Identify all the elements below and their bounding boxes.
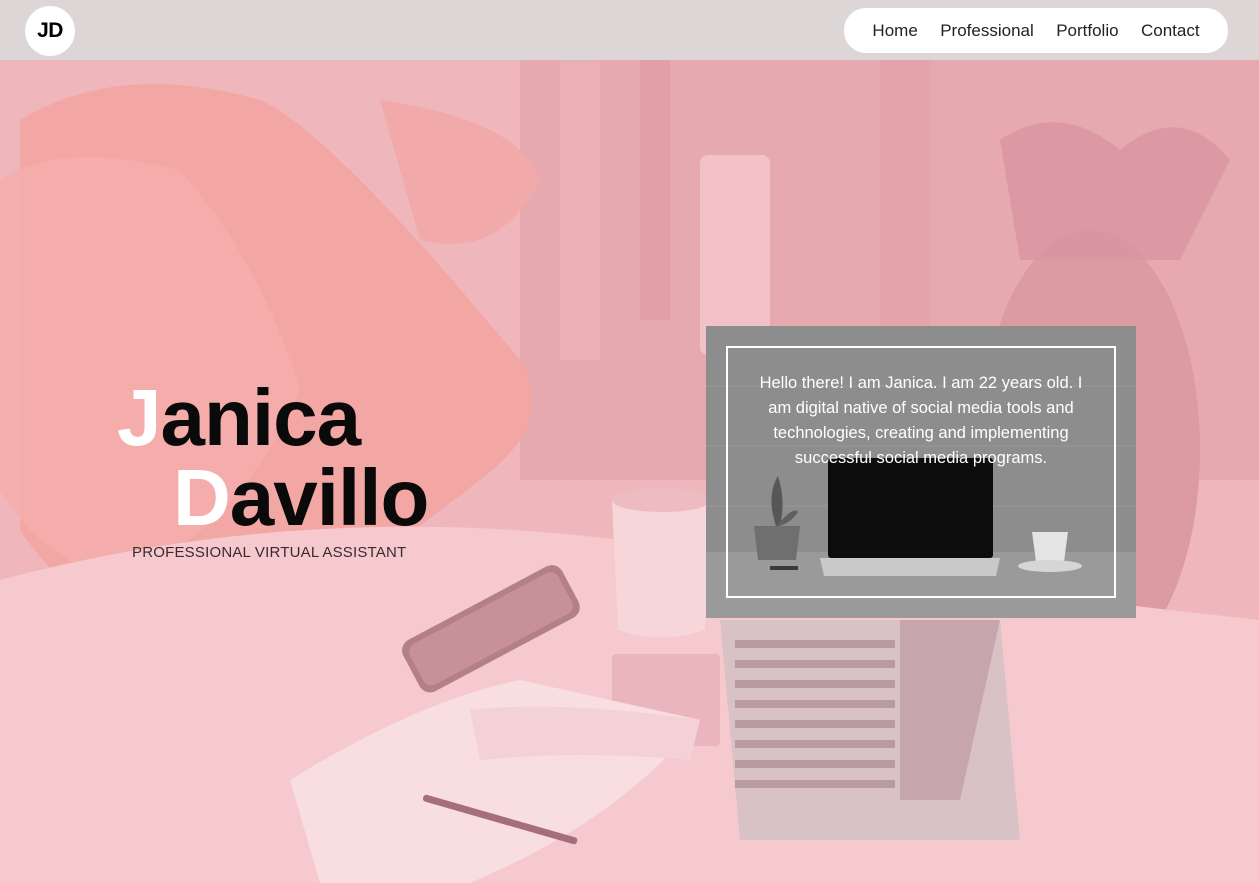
hero-subtitle: PROFESSIONAL VIRTUAL ASSISTANT: [132, 544, 407, 561]
main-nav: Home Professional Portfolio Contact: [844, 8, 1228, 53]
intro-text: Hello there! I am Janica. I am 22 years …: [759, 374, 1083, 467]
last-name-rest: avillo: [229, 453, 430, 542]
nav-item-professional[interactable]: Professional: [940, 21, 1034, 41]
first-name-rest: anica: [160, 373, 362, 462]
nav-item-contact[interactable]: Contact: [1141, 21, 1200, 41]
intro-card: Hello there! I am Janica. I am 22 years …: [706, 326, 1136, 618]
last-name-initial: D: [173, 453, 231, 542]
nav-item-home[interactable]: Home: [872, 21, 917, 41]
hero-first-name: Janica: [117, 378, 361, 458]
top-bar: JD Home Professional Portfolio Contact: [0, 0, 1259, 60]
logo[interactable]: JD: [25, 6, 75, 56]
nav-item-portfolio[interactable]: Portfolio: [1056, 21, 1118, 41]
first-name-initial: J: [117, 373, 161, 462]
hero-last-name: Davillo: [173, 458, 429, 538]
page: JD Home Professional Portfolio Contact J…: [0, 0, 1259, 883]
